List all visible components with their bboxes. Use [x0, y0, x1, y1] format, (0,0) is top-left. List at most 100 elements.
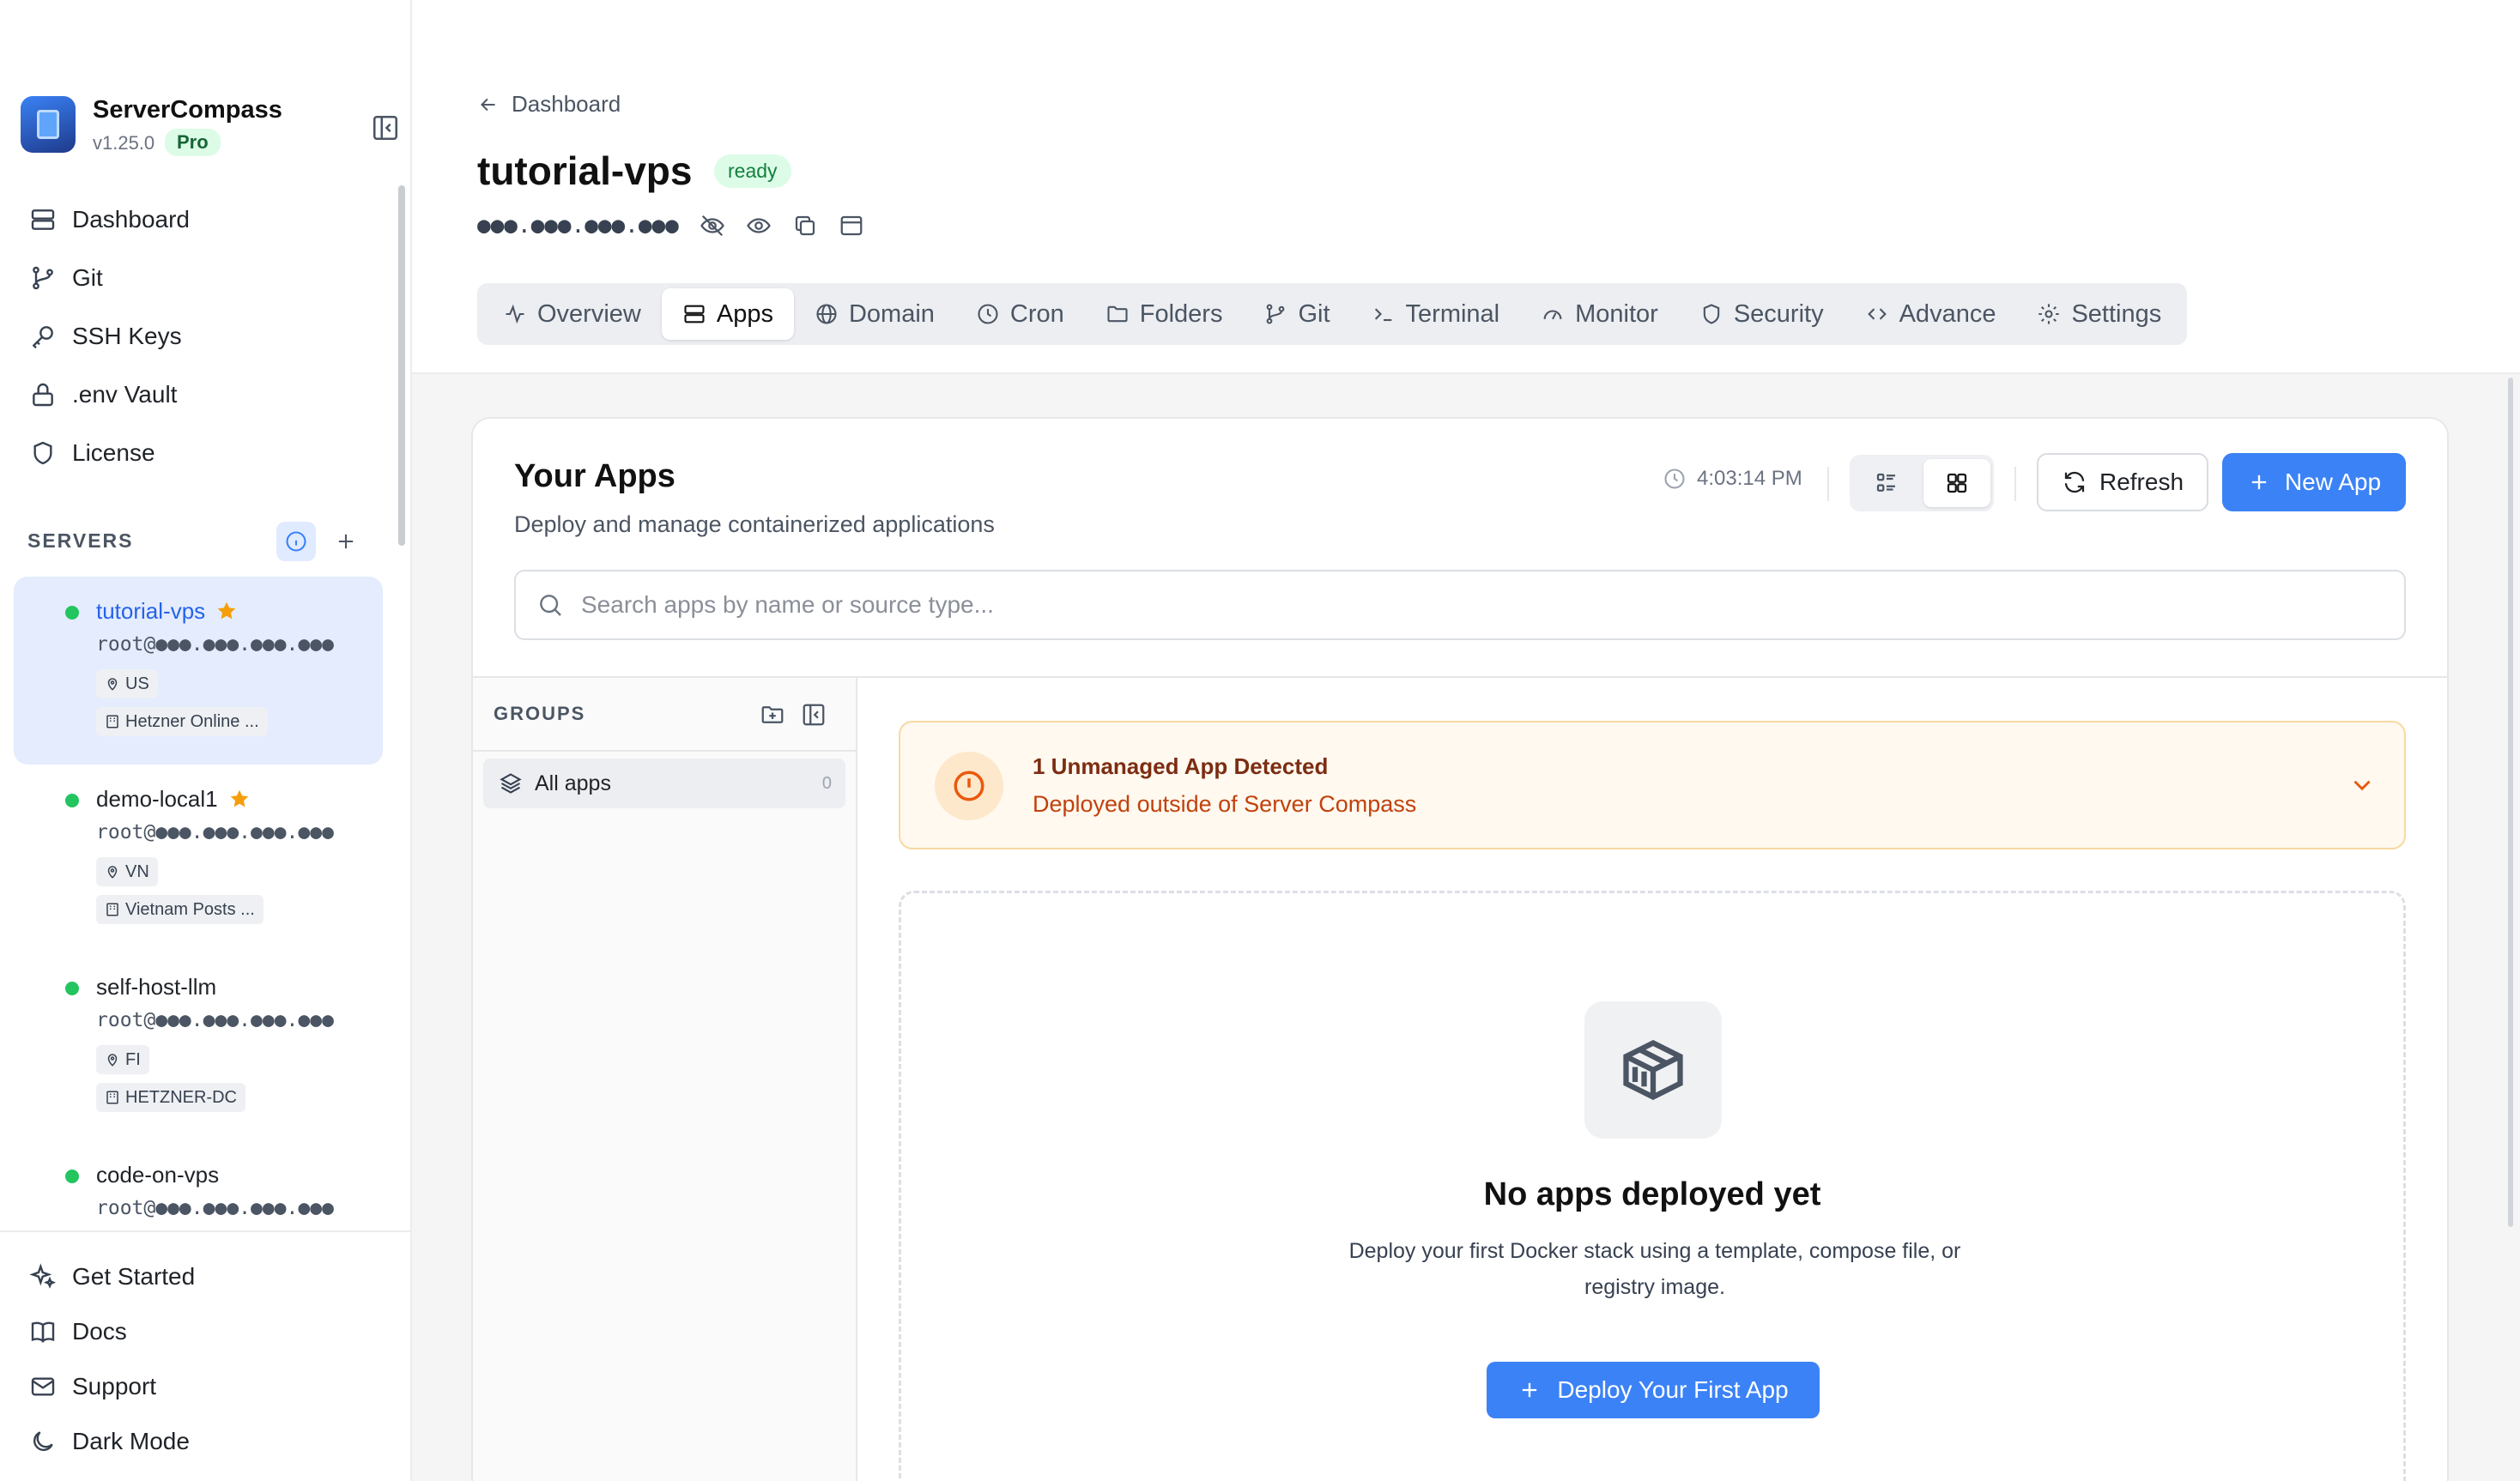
- divider: [1827, 467, 1829, 501]
- star-icon[interactable]: [228, 788, 251, 810]
- nav-item-support[interactable]: Support: [29, 1359, 410, 1414]
- new-app-button[interactable]: New App: [2222, 453, 2406, 511]
- plus-icon: [338, 534, 354, 549]
- server-item-demo-local1[interactable]: demo-local1 root@●●●.●●●.●●●.●●● VN Viet…: [14, 765, 383, 952]
- new-app-label: New App: [2284, 468, 2382, 495]
- refresh-icon: [2064, 471, 2085, 493]
- collapse-panel-icon[interactable]: [801, 702, 827, 728]
- tab-folders[interactable]: Folders: [1085, 288, 1244, 340]
- moon-icon: [33, 1431, 53, 1451]
- eye-icon[interactable]: [746, 213, 772, 239]
- deploy-first-app-button[interactable]: Deploy Your First App: [1487, 1362, 1820, 1418]
- git-branch-icon: [33, 266, 53, 290]
- search-input[interactable]: [581, 591, 2298, 619]
- server-list: tutorial-vps root@●●●.●●●.●●●.●●● US Het…: [14, 577, 383, 1229]
- sparkle-icon: [29, 1263, 57, 1289]
- servers-title: SERVERS: [27, 529, 134, 552]
- gauge-icon: [1543, 310, 1562, 320]
- app-logo-icon: [21, 96, 76, 153]
- browser-window-icon[interactable]: [839, 213, 864, 239]
- nav-item-label: SSH Keys: [72, 323, 182, 349]
- nav-item-label: .env Vault: [72, 381, 178, 408]
- server-item-self-host-llm[interactable]: self-host-llm root@●●●.●●●.●●●.●●● FI HE…: [14, 952, 383, 1140]
- chevron-down-icon[interactable]: [2347, 771, 2377, 800]
- refresh-button[interactable]: Refresh: [2037, 453, 2208, 511]
- bottom-nav: Get Started Docs Support Dark Mode: [0, 1230, 410, 1481]
- info-icon: [286, 531, 306, 552]
- copy-icon[interactable]: [792, 213, 818, 239]
- nav-item-license[interactable]: License: [17, 424, 386, 482]
- main-scrollbar[interactable]: [2508, 378, 2513, 1227]
- tab-git[interactable]: Git: [1243, 288, 1350, 340]
- alert-circle-icon: [935, 752, 1003, 820]
- unmanaged-app-alert[interactable]: 1 Unmanaged App Detected Deployed outsid…: [899, 721, 2406, 849]
- tab-cron[interactable]: Cron: [955, 288, 1085, 340]
- tab-label: Folders: [1139, 299, 1223, 328]
- tab-security[interactable]: Security: [1679, 288, 1845, 340]
- empty-title: No apps deployed yet: [1483, 1176, 1821, 1212]
- tab-label: Cron: [1009, 299, 1064, 328]
- back-label: Dashboard: [512, 91, 621, 117]
- arrow-left-icon: [481, 98, 495, 111]
- nav-item-dark-mode[interactable]: Dark Mode: [29, 1414, 410, 1469]
- brand-name: ServerCompass: [93, 96, 282, 124]
- group-count: 0: [821, 773, 832, 793]
- provider-chip: HETZNER-DC: [96, 1083, 245, 1112]
- server-name: code-on-vps: [96, 1161, 220, 1188]
- last-updated-time: 4:03:14 PM: [1697, 467, 1802, 490]
- star-icon[interactable]: [215, 600, 238, 622]
- server-tabs: Overview Apps Domain Cron Folders Git Te…: [477, 283, 2188, 345]
- main-nav: Dashboard Git SSH Keys .env Vault Licens…: [17, 190, 386, 482]
- provider-label: HETZNER-DC: [125, 1087, 237, 1107]
- nav-item-get-started[interactable]: Get Started: [29, 1249, 410, 1304]
- provider-label: Vietnam Posts ...: [125, 899, 255, 919]
- plus-icon: [1523, 1382, 1537, 1398]
- server-user: root@●●●.●●●.●●●.●●●: [96, 1009, 334, 1031]
- key-icon: [32, 326, 53, 349]
- eye-off-icon[interactable]: [700, 213, 725, 239]
- server-name: self-host-llm: [96, 973, 217, 1000]
- grid-view-button[interactable]: [1923, 459, 1990, 507]
- servers-info-button[interactable]: [276, 522, 316, 561]
- status-online-icon: [65, 982, 79, 995]
- ip-row: ●●●.●●●.●●●.●●●: [477, 213, 864, 239]
- terminal-icon: [1374, 308, 1391, 322]
- tab-label: Git: [1298, 299, 1330, 328]
- group-item-all-apps[interactable]: All apps 0: [483, 759, 845, 808]
- alert-subtitle: Deployed outside of Server Compass: [1033, 791, 1417, 817]
- tab-monitor[interactable]: Monitor: [1520, 288, 1679, 340]
- server-item-tutorial-vps[interactable]: tutorial-vps root@●●●.●●●.●●●.●●● US Het…: [14, 577, 383, 765]
- tab-advance[interactable]: Advance: [1845, 288, 2017, 340]
- nav-item-label: Get Started: [72, 1263, 196, 1290]
- nav-item-label: Git: [72, 264, 103, 291]
- groups-panel: GROUPS All apps 0: [473, 678, 857, 1481]
- nav-item-dashboard[interactable]: Dashboard: [17, 190, 386, 249]
- server-item-code-on-vps[interactable]: code-on-vps root@●●●.●●●.●●●.●●●: [14, 1140, 383, 1229]
- view-toggle: [1850, 455, 1994, 511]
- back-to-dashboard-link[interactable]: Dashboard: [477, 91, 621, 118]
- nav-item-ssh-keys[interactable]: SSH Keys: [17, 307, 386, 366]
- add-server-button[interactable]: [326, 522, 366, 561]
- nav-item-env-vault[interactable]: .env Vault: [17, 366, 386, 424]
- nav-item-git[interactable]: Git: [17, 249, 386, 307]
- tab-domain[interactable]: Domain: [794, 288, 955, 340]
- location-chip: FI: [96, 1045, 149, 1074]
- tab-terminal[interactable]: Terminal: [1351, 288, 1521, 340]
- clock-icon: [1664, 468, 1685, 489]
- last-updated: 4:03:14 PM: [1663, 467, 1802, 491]
- nav-item-docs[interactable]: Docs: [29, 1304, 410, 1359]
- tab-label: Domain: [848, 299, 935, 328]
- nav-item-label: Docs: [72, 1318, 127, 1345]
- tab-overview[interactable]: Overview: [482, 288, 662, 340]
- map-pin-icon: [107, 1054, 118, 1067]
- list-view-button[interactable]: [1853, 459, 1920, 507]
- mail-icon: [31, 1377, 55, 1396]
- server-user: root@●●●.●●●.●●●.●●●: [96, 1197, 334, 1219]
- collapse-sidebar-icon[interactable]: [371, 113, 400, 142]
- tab-apps[interactable]: Apps: [661, 288, 794, 340]
- sidebar-scrollbar[interactable]: [398, 185, 405, 546]
- tab-settings[interactable]: Settings: [2016, 288, 2182, 340]
- pro-badge: Pro: [165, 129, 221, 156]
- new-folder-icon[interactable]: [760, 702, 785, 728]
- server-stack-icon: [684, 305, 705, 323]
